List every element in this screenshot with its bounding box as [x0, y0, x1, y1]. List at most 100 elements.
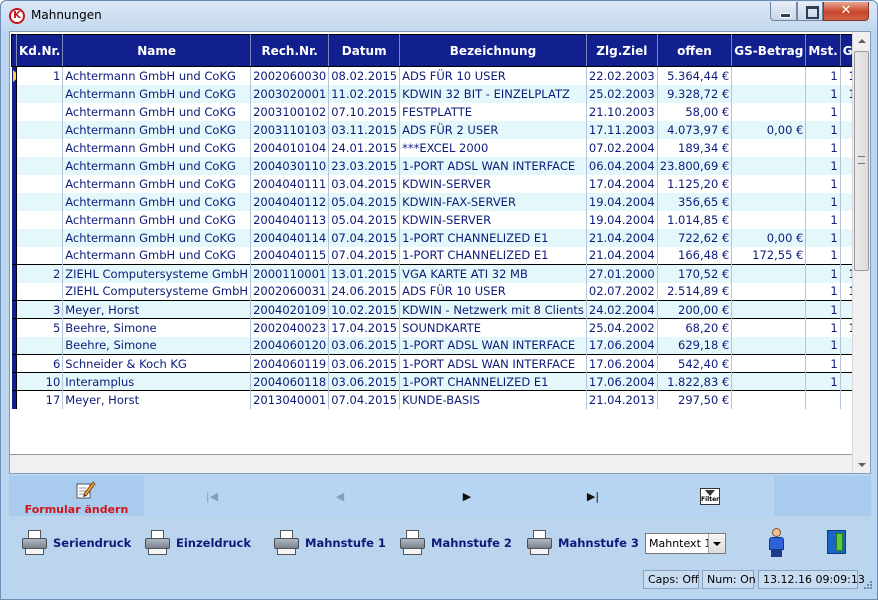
row-selector[interactable]	[11, 174, 17, 193]
cell-offen[interactable]: 1.822,83 €	[657, 372, 733, 391]
cell-rechnr[interactable]: 2013040001	[250, 390, 330, 409]
table-row[interactable]: Achtermann GmbH und CoKG 2004030110 23.03.…	[11, 156, 870, 175]
table-row[interactable]: Achtermann GmbH und CoKG 2003020001 11.02.…	[11, 84, 870, 103]
cell-kdnr[interactable]: 5	[16, 318, 64, 337]
cell-kdnr[interactable]: 10	[16, 372, 64, 391]
table-row[interactable]: 6 Schneider & Koch KG 2004060119 03.06.2015…	[11, 354, 870, 373]
cell-name[interactable]: Achtermann GmbH und CoKG	[62, 102, 252, 121]
cell-gs-betrag[interactable]	[731, 318, 807, 337]
cell-zlg-ziel[interactable]: 21.04.2004	[586, 228, 658, 247]
cell-rechnr[interactable]: 2004060120	[250, 336, 330, 355]
cell-kdnr[interactable]	[16, 228, 64, 247]
cell-datum[interactable]: 10.02.2015	[328, 300, 401, 319]
row-selector[interactable]	[11, 66, 17, 85]
cell-datum[interactable]: 11.02.2015	[328, 84, 401, 103]
cell-name[interactable]: Achtermann GmbH und CoKG	[62, 174, 252, 193]
cell-bezeichnung[interactable]: VGA KARTE ATI 32 MB	[399, 264, 587, 283]
cell-zlg-ziel[interactable]: 22.02.2003	[586, 66, 658, 85]
scroll-thumb[interactable]	[854, 51, 869, 271]
cell-gs-betrag[interactable]	[731, 390, 807, 409]
table-row[interactable]: Achtermann GmbH und CoKG 2004040113 05.04.…	[11, 210, 870, 229]
row-selector[interactable]	[11, 102, 17, 121]
table-row[interactable]: ZIEHL Computersysteme GmbH 2002060031 24.0…	[11, 282, 870, 301]
cell-offen[interactable]: 1.125,20 €	[657, 174, 733, 193]
cell-kdnr[interactable]: 3	[16, 300, 64, 319]
cell-kdnr[interactable]	[16, 174, 64, 193]
cell-mst[interactable]: 1	[805, 318, 841, 337]
next-record-button[interactable]: ▶	[455, 488, 479, 506]
cell-datum[interactable]: 07.04.2015	[328, 246, 401, 265]
cell-mst[interactable]: 1	[805, 174, 841, 193]
row-selector[interactable]	[11, 354, 17, 373]
table-row[interactable]: Achtermann GmbH und CoKG 2004010104 24.01.…	[11, 138, 870, 157]
cell-name[interactable]: Achtermann GmbH und CoKG	[62, 66, 252, 85]
cell-rechnr[interactable]: 2004040113	[250, 210, 330, 229]
cell-kdnr[interactable]	[16, 336, 64, 355]
previous-record-button[interactable]: ◀	[328, 488, 352, 506]
first-record-button[interactable]: |◀	[200, 488, 224, 506]
cell-zlg-ziel[interactable]: 27.01.2000	[586, 264, 658, 283]
table-row[interactable]: 17 Meyer, Horst 2013040001 07.04.2015 KUNDE-…	[11, 390, 870, 409]
cell-offen[interactable]: 170,52 €	[657, 264, 733, 283]
cell-datum[interactable]: 03.04.2015	[328, 174, 401, 193]
cell-datum[interactable]: 07.04.2015	[328, 228, 401, 247]
cell-datum[interactable]: 07.04.2015	[328, 390, 401, 409]
cell-bezeichnung[interactable]: KDWIN-FAX-SERVER	[399, 192, 587, 211]
column-header-gs-betrag[interactable]: GS-Betrag	[731, 34, 807, 67]
cell-name[interactable]: Meyer, Horst	[62, 300, 252, 319]
cell-rechnr[interactable]: 2004060118	[250, 372, 330, 391]
row-selector[interactable]	[11, 84, 17, 103]
cell-zlg-ziel[interactable]: 21.04.2004	[586, 246, 658, 265]
cell-offen[interactable]: 722,62 €	[657, 228, 733, 247]
cell-rechnr[interactable]: 2004040111	[250, 174, 330, 193]
row-selector[interactable]	[11, 246, 17, 265]
close-button[interactable]: ✕	[823, 2, 869, 21]
row-selector[interactable]	[11, 300, 17, 319]
cell-bezeichnung[interactable]: 1-PORT ADSL WAN INTERFACE	[399, 336, 587, 355]
cell-kdnr[interactable]: 17	[16, 390, 64, 409]
mahnstufe-2-button[interactable]: Mahnstufe 2	[399, 527, 512, 559]
cell-gs-betrag[interactable]	[731, 66, 807, 85]
row-selector[interactable]	[11, 192, 17, 211]
cell-bezeichnung[interactable]: KDWIN-SERVER	[399, 174, 587, 193]
cell-mst[interactable]: 1	[805, 156, 841, 175]
cell-offen[interactable]: 4.073,97 €	[657, 120, 733, 139]
cell-datum[interactable]: 24.01.2015	[328, 138, 401, 157]
cell-datum[interactable]: 05.04.2015	[328, 192, 401, 211]
table-row[interactable]: 2 ZIEHL Computersysteme GmbH 2000110001 13.…	[11, 264, 870, 283]
cell-zlg-ziel[interactable]: 25.04.2002	[586, 318, 658, 337]
cell-datum[interactable]: 03.06.2015	[328, 372, 401, 391]
cell-rechnr[interactable]: 2003100102	[250, 102, 330, 121]
cell-zlg-ziel[interactable]: 17.06.2004	[586, 372, 658, 391]
column-header-datum[interactable]: Datum	[328, 34, 401, 67]
resize-grip-icon[interactable]	[863, 580, 873, 590]
cell-datum[interactable]: 13.01.2015	[328, 264, 401, 283]
seriendruck-button[interactable]: Seriendruck	[21, 527, 131, 559]
cell-offen[interactable]: 58,00 €	[657, 102, 733, 121]
door-exit-icon[interactable]	[827, 530, 847, 554]
cell-rechnr[interactable]: 2004010104	[250, 138, 330, 157]
row-selector[interactable]	[11, 210, 17, 229]
vertical-scrollbar[interactable]	[852, 32, 870, 473]
cell-offen[interactable]: 356,65 €	[657, 192, 733, 211]
cell-mst[interactable]: 1	[805, 336, 841, 355]
cell-bezeichnung[interactable]: KDWIN - Netzwerk mit 8 Clients	[399, 300, 587, 319]
cell-name[interactable]: Achtermann GmbH und CoKG	[62, 210, 252, 229]
cell-name[interactable]: Achtermann GmbH und CoKG	[62, 246, 252, 265]
table-row[interactable]: Achtermann GmbH und CoKG 2004040115 07.04.…	[11, 246, 870, 265]
table-row[interactable]: 10 Interamplus 2004060118 03.06.2015 1-PORT …	[11, 372, 870, 391]
cell-gs-betrag[interactable]: 0,00 €	[731, 120, 807, 139]
cell-rechnr[interactable]: 2004040115	[250, 246, 330, 265]
cell-offen[interactable]: 23.800,69 €	[657, 156, 733, 175]
cell-bezeichnung[interactable]: SOUNDKARTE	[399, 318, 587, 337]
einzeldruck-button[interactable]: Einzeldruck	[144, 527, 251, 559]
cell-name[interactable]: Achtermann GmbH und CoKG	[62, 228, 252, 247]
cell-gs-betrag[interactable]	[731, 156, 807, 175]
cell-rechnr[interactable]: 2000110001	[250, 264, 330, 283]
cell-kdnr[interactable]	[16, 102, 64, 121]
cell-mst[interactable]: 1	[805, 372, 841, 391]
cell-bezeichnung[interactable]: 1-PORT ADSL WAN INTERFACE	[399, 156, 587, 175]
cell-zlg-ziel[interactable]: 17.04.2004	[586, 174, 658, 193]
table-row[interactable]: 3 Meyer, Horst 2004020109 10.02.2015 KDWIN -…	[11, 300, 870, 319]
cell-zlg-ziel[interactable]: 19.04.2004	[586, 192, 658, 211]
